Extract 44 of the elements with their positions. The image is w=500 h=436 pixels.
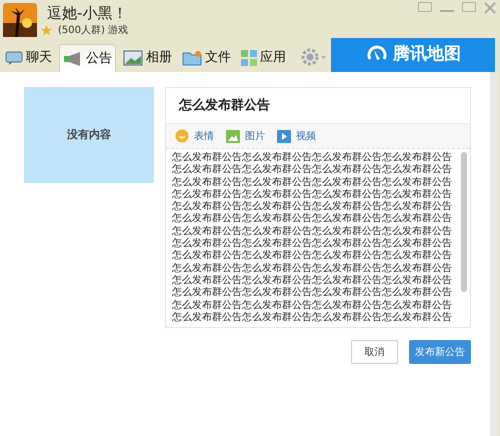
toolbar-button[interactable]: 表情 xyxy=(175,128,214,144)
body-line: 怎么发布群公告怎么发布群公告怎么发布群公告怎么发布群公告 xyxy=(172,226,453,238)
tab[interactable]: 公告 xyxy=(59,44,116,72)
toolbar-button[interactable]: 视频 xyxy=(277,128,316,144)
map-banner[interactable]: 腾讯地图 xyxy=(331,38,495,72)
tab[interactable]: 应用 xyxy=(238,44,289,72)
body-line: 怎么发布群公告怎么发布群公告怎么发布群公告怎么发布群公告 xyxy=(172,213,453,226)
cancel-button[interactable]: 取消 xyxy=(351,340,398,364)
tab[interactable]: 文件 xyxy=(179,44,234,72)
banner-text: 腾讯地图 xyxy=(393,43,461,66)
body-line: 怎么发布群公告怎么发布群公告怎么发布群公告怎么发布群公告 xyxy=(172,287,453,300)
body-line: 怎么发布群公告怎么发布群公告怎么发布群公告怎么发布群公告 xyxy=(172,201,453,212)
apps-grid-icon xyxy=(241,50,257,66)
play-icon xyxy=(277,130,291,142)
body-line: 怎么发布群公告怎么发布群公告怎么发布群公告怎么发布群公告 xyxy=(172,164,453,176)
chat-bubble-icon xyxy=(5,50,23,66)
body-line: 怎么发布群公告怎么发布群公告怎么发布群公告怎么发布群公告 xyxy=(172,300,453,312)
megaphone-icon xyxy=(63,50,83,66)
scrollbar[interactable] xyxy=(461,152,467,292)
tab[interactable]: 聊天 xyxy=(2,44,55,72)
group-info: (500人群) 游戏 xyxy=(58,24,128,38)
body-line: 怎么发布群公告怎么发布群公告怎么发布群公告怎么发布群公告 xyxy=(172,312,453,324)
gear-icon[interactable] xyxy=(301,48,327,66)
folder-icon xyxy=(182,50,202,66)
image-icon xyxy=(226,130,240,142)
toolbar-button[interactable]: 图片 xyxy=(226,128,265,144)
body-line: 怎么发布群公告怎么发布群公告怎么发布群公告怎么发布群公告 xyxy=(172,238,453,250)
close-icon[interactable] xyxy=(484,2,496,14)
group-name: 逗她-小黑！ xyxy=(47,3,128,23)
tab[interactable]: 相册 xyxy=(120,44,175,72)
photo-icon xyxy=(123,50,143,66)
body-line: 怎么发布群公告怎么发布群公告怎么发布群公告怎么发布群公告 xyxy=(172,152,453,164)
skin-button[interactable] xyxy=(418,2,432,12)
notice-title: 怎么发布群公告 xyxy=(179,96,270,115)
avatar-icon xyxy=(3,3,37,37)
body-line: 怎么发布群公告怎么发布群公告怎么发布群公告怎么发布群公告 xyxy=(172,188,453,200)
smiley-icon xyxy=(175,129,189,143)
star-icon xyxy=(41,25,52,36)
body-line: 怎么发布群公告怎么发布群公告怎么发布群公告怎么发布群公告 xyxy=(172,274,453,286)
maximize-button[interactable] xyxy=(462,2,476,12)
body-line: 怎么发布群公告怎么发布群公告怎么发布群公告怎么发布群公告 xyxy=(172,262,453,274)
body-line: 怎么发布群公告怎么发布群公告怎么发布群公告怎么发布群公告 xyxy=(172,176,453,188)
body-line: 怎么发布群公告怎么发布群公告怎么发布群公告怎么发布群公告 xyxy=(172,250,453,262)
empty-text: 没有内容 xyxy=(67,126,111,143)
